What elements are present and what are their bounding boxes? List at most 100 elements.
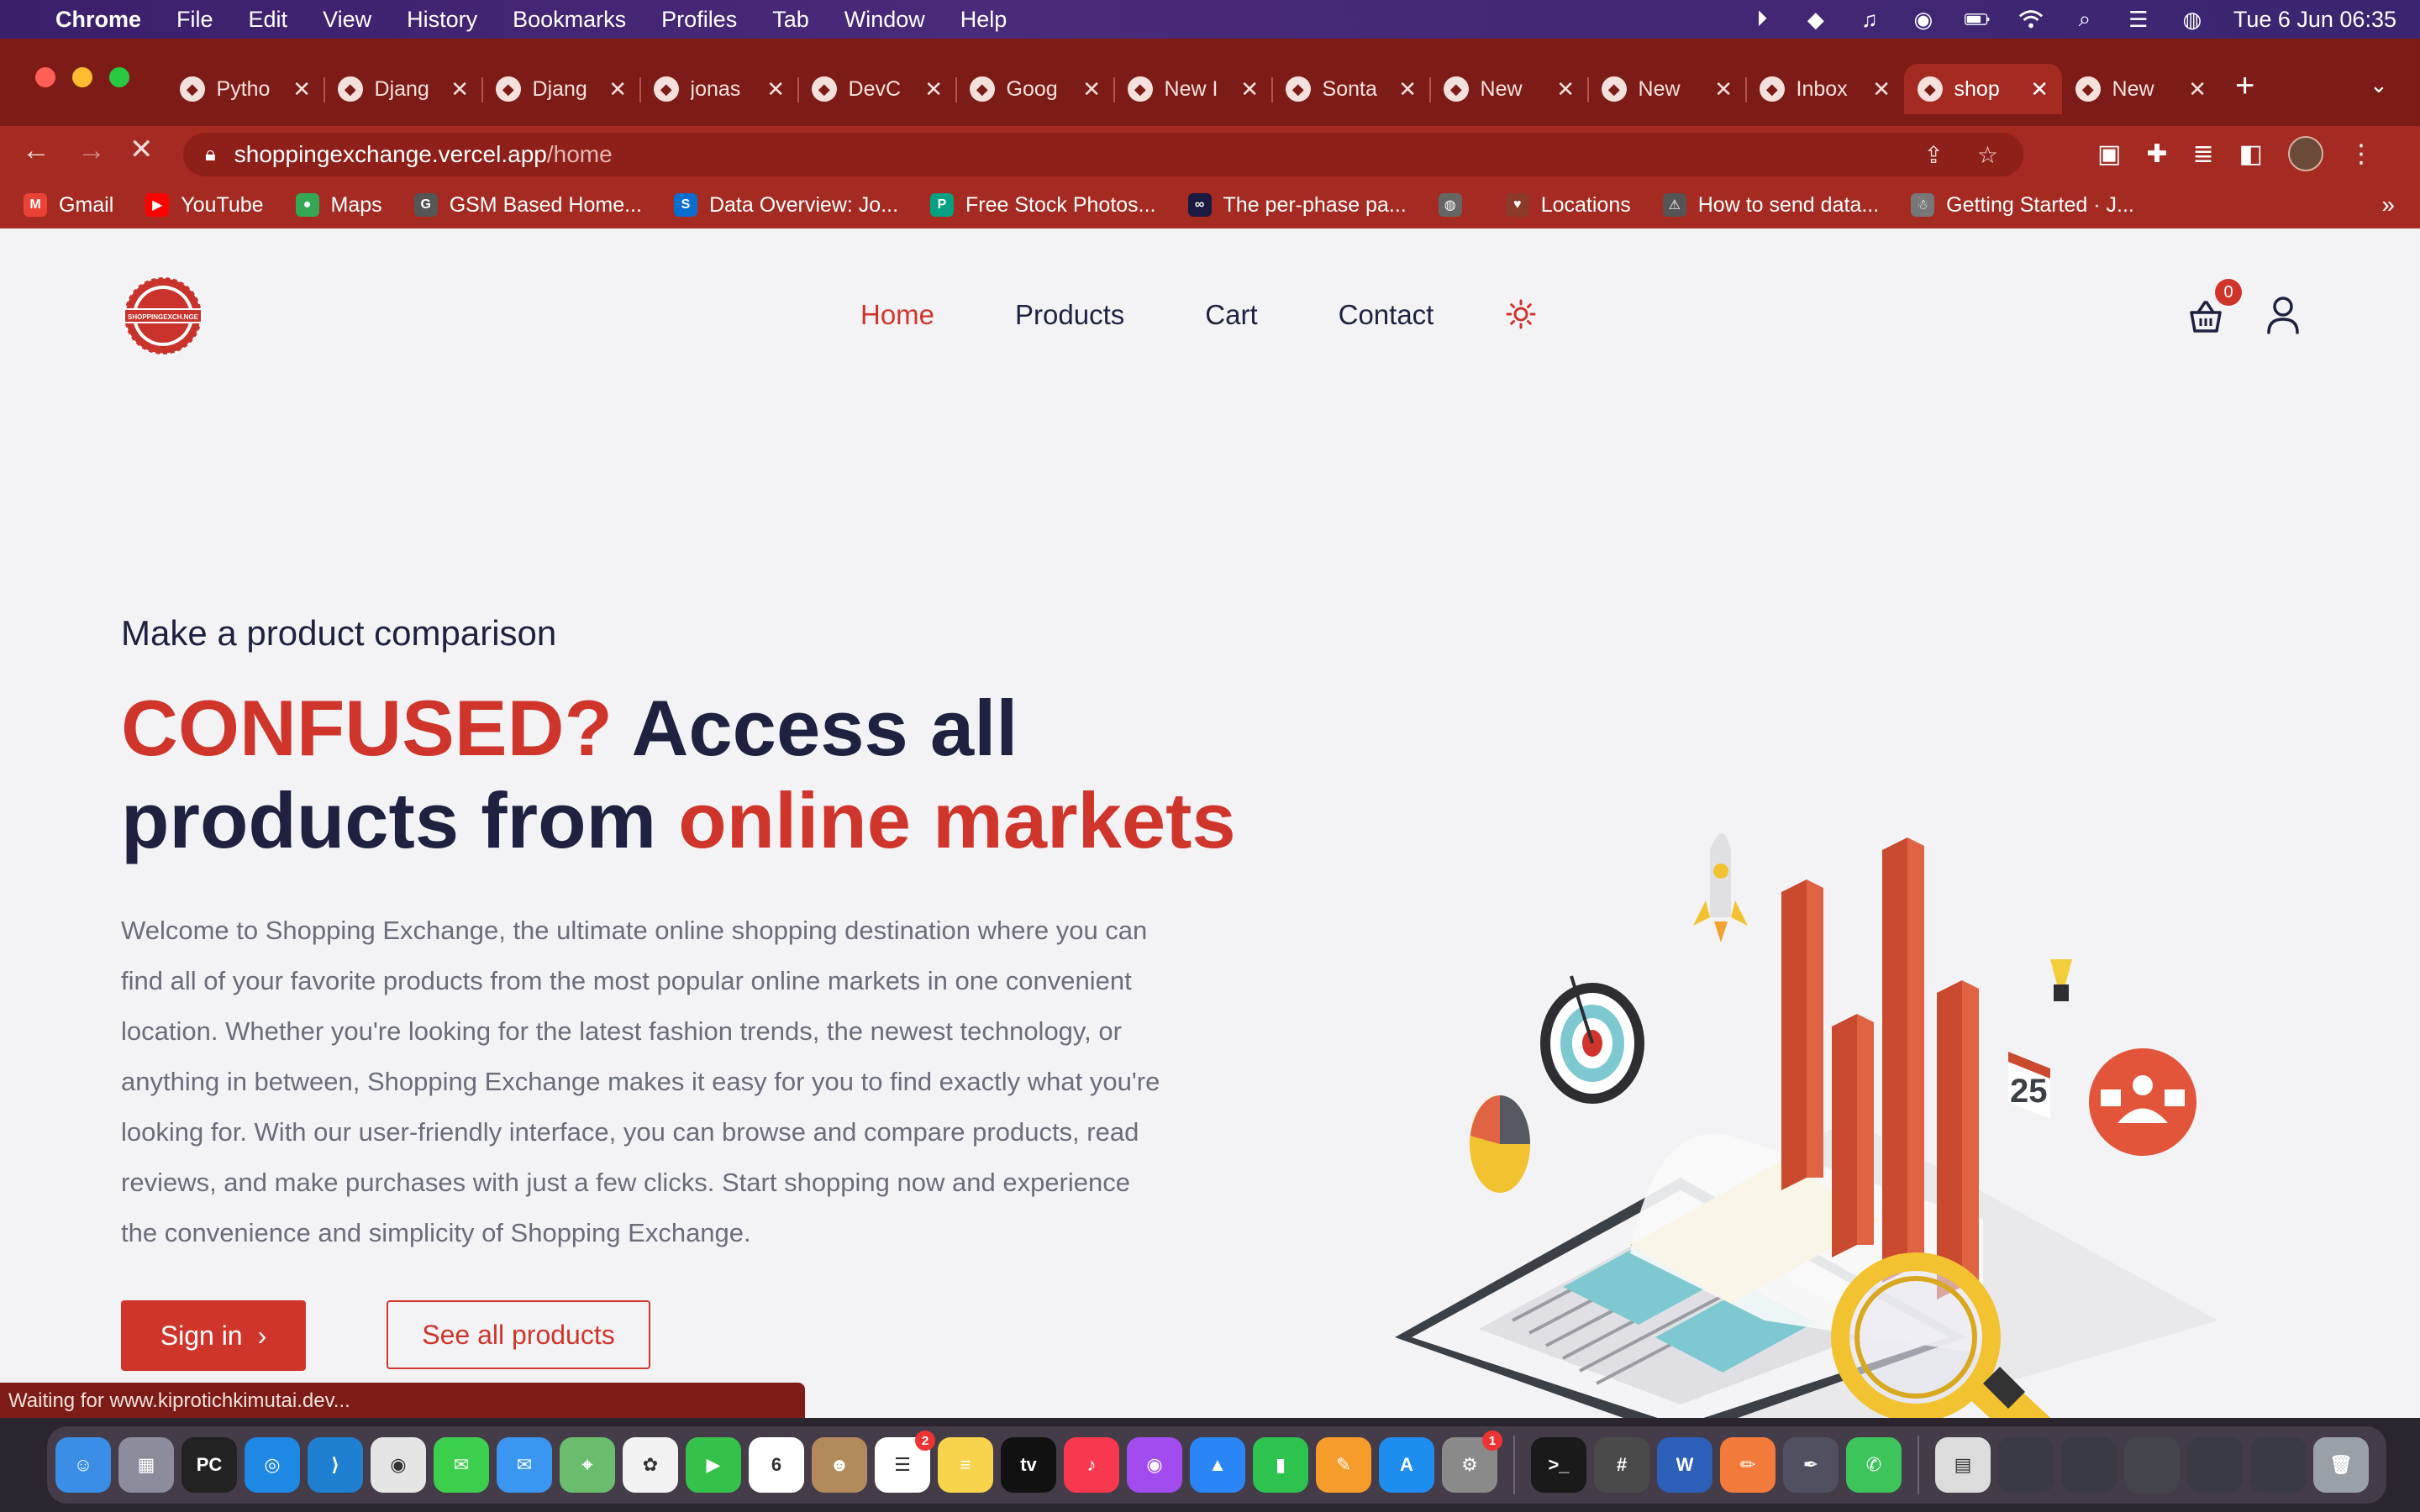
battery-icon[interactable] [1964, 7, 1990, 32]
user-account-icon[interactable] [2265, 296, 2301, 334]
window-thumb-1[interactable] [1998, 1437, 2054, 1493]
terminal-icon[interactable]: >_ [1531, 1437, 1586, 1493]
pages-icon[interactable]: ✎ [1316, 1437, 1371, 1493]
shopping-basket-icon[interactable] [2188, 299, 2223, 334]
word-icon[interactable]: W [1657, 1437, 1712, 1493]
window-thumb-5[interactable] [2250, 1437, 2306, 1493]
chrome-icon[interactable]: ◉ [371, 1437, 426, 1493]
spotlight-search-icon[interactable]: ⌕ [2072, 6, 2097, 32]
share-icon[interactable]: ⇪ [1923, 141, 1943, 169]
close-tab-icon[interactable]: ✕ [2188, 76, 2207, 102]
bookmark-item[interactable]: G GSM Based Home... [413, 193, 642, 218]
bookmark-item[interactable]: S Data Overview: Jo... [673, 193, 898, 218]
menu-bookmarks[interactable]: Bookmarks [513, 7, 626, 33]
new-tab-button[interactable]: + [2235, 67, 2254, 105]
tab-4[interactable]: ◆ DevC ✕ [798, 64, 956, 114]
bookmark-item[interactable]: ◍ [1438, 193, 1474, 217]
bookmark-item[interactable]: ⚠ How to send data... [1662, 193, 1879, 218]
bookmark-item[interactable]: ☃ Getting Started · J... [1911, 193, 2134, 218]
tab-2[interactable]: ◆ Djang ✕ [482, 64, 640, 114]
tv-icon[interactable]: tv [1001, 1437, 1056, 1493]
nav-home[interactable]: Home [860, 299, 934, 331]
close-tab-icon[interactable]: ✕ [1556, 76, 1575, 102]
podcasts-icon[interactable]: ◉ [1127, 1437, 1182, 1493]
bookmark-item[interactable]: ♥ Locations [1505, 193, 1631, 218]
close-tab-icon[interactable]: ✕ [1240, 76, 1259, 102]
forward-arrow-icon[interactable]: → [77, 134, 106, 167]
menu-app-name[interactable]: Chrome [55, 7, 141, 33]
window-thumb-2[interactable] [2061, 1437, 2117, 1493]
close-tab-icon[interactable]: ✕ [766, 76, 785, 102]
wifi-icon[interactable] [2018, 7, 2044, 32]
tab-0[interactable]: ◆ Pytho ✕ [166, 64, 324, 114]
close-tab-icon[interactable]: ✕ [1714, 76, 1733, 102]
bookmark-item[interactable]: ∞ The per-phase pa... [1187, 193, 1407, 218]
tab-10[interactable]: ◆ Inbox ✕ [1746, 64, 1904, 114]
messages-icon[interactable]: ✉ [434, 1437, 489, 1493]
menu-file[interactable]: File [176, 7, 213, 33]
close-tab-icon[interactable]: ✕ [1398, 76, 1417, 102]
screen-capture-extension-icon[interactable]: ▣ [2097, 139, 2121, 169]
close-tab-icon[interactable]: ✕ [450, 76, 469, 102]
address-bar[interactable]: 🔒︎ shoppingexchange.vercel.app/home ⇪ ☆ [183, 133, 2023, 176]
elephant-icon[interactable]: ◆ [1803, 7, 1828, 32]
window-thumb-3[interactable] [2124, 1437, 2180, 1493]
menu-view[interactable]: View [323, 7, 371, 33]
nav-products[interactable]: Products [1015, 299, 1124, 331]
facetime-icon[interactable]: ▶ [686, 1437, 741, 1493]
mail-icon[interactable]: ✉ [497, 1437, 552, 1493]
menu-profiles[interactable]: Profiles [661, 7, 737, 33]
tab-8[interactable]: ◆ New ✕ [1430, 64, 1588, 114]
close-tab-icon[interactable]: ✕ [924, 76, 943, 102]
tab-7[interactable]: ◆ Sonta ✕ [1272, 64, 1430, 114]
bookmark-item[interactable]: ● Maps [295, 193, 382, 218]
menu-help[interactable]: Help [960, 7, 1007, 33]
menu-window[interactable]: Window [844, 7, 925, 33]
pycharm-icon[interactable]: PC [182, 1437, 237, 1493]
tab-12[interactable]: ◆ New ✕ [2062, 64, 2220, 114]
tab-5[interactable]: ◆ Goog ✕ [956, 64, 1114, 114]
user-circle-icon[interactable]: ◉ [1911, 7, 1936, 32]
trash-icon[interactable]: 🗑 [2313, 1437, 2369, 1493]
tab-6[interactable]: ◆ New I ✕ [1114, 64, 1272, 114]
menu-tab[interactable]: Tab [772, 7, 809, 33]
numbers-icon[interactable]: ▮ [1253, 1437, 1308, 1493]
tab-11[interactable]: ◆ shop ✕ [1904, 64, 2062, 114]
close-tab-icon[interactable]: ✕ [1082, 76, 1101, 102]
close-tab-icon[interactable]: ✕ [608, 76, 627, 102]
site-logo[interactable]: SHOPPINGEXCH.NGE [121, 274, 205, 358]
launchpad-icon[interactable]: ▦ [118, 1437, 174, 1493]
safari-icon[interactable]: ◎ [245, 1437, 300, 1493]
close-tab-icon[interactable]: ✕ [292, 76, 311, 102]
lock-icon[interactable]: 🔒︎ [205, 143, 216, 166]
maps-icon[interactable]: ⌖ [560, 1437, 615, 1493]
bookmarks-overflow-icon[interactable]: » [2381, 192, 2395, 218]
close-window-button[interactable] [35, 67, 55, 87]
side-panel-icon[interactable]: ◧ [2239, 139, 2263, 169]
theme-toggle-sun-icon[interactable] [1506, 299, 1536, 329]
nav-cart[interactable]: Cart [1205, 299, 1257, 331]
finder-icon[interactable]: ☺ [55, 1437, 111, 1493]
tab-search-chevron-icon[interactable]: ⌄ [2370, 72, 2388, 98]
menu-history[interactable]: History [407, 7, 477, 33]
appstore-icon[interactable]: A [1379, 1437, 1434, 1493]
back-arrow-icon[interactable]: ← [22, 134, 50, 167]
window-thumb-4[interactable] [2187, 1437, 2243, 1493]
control-center-icon[interactable]: ☰ [2126, 7, 2151, 32]
contacts-icon[interactable]: ☻ [812, 1437, 867, 1493]
calculator-icon[interactable]: # [1594, 1437, 1649, 1493]
profile-avatar[interactable] [2288, 136, 2323, 171]
bookmark-star-icon[interactable]: ☆ [1977, 141, 1998, 169]
close-tab-icon[interactable]: ✕ [2030, 76, 2049, 102]
minimize-window-button[interactable] [72, 67, 92, 87]
settings-icon[interactable]: ⚙ 1 [1442, 1431, 1502, 1493]
nav-contact[interactable]: Contact [1339, 299, 1434, 331]
stop-loading-icon[interactable]: ✕ [129, 133, 154, 166]
menu-datetime[interactable]: Tue 6 Jun 06:35 [2233, 7, 2396, 33]
pen-icon[interactable]: ✒ [1783, 1437, 1839, 1493]
calendar-icon[interactable]: 6 [749, 1437, 804, 1493]
play-circle-icon[interactable]: ⏵ [1749, 6, 1775, 32]
whatsapp-icon[interactable]: ✆ [1846, 1437, 1902, 1493]
siri-icon[interactable]: ◍ [2180, 7, 2205, 32]
headphones-icon[interactable]: ♫ [1857, 7, 1882, 32]
